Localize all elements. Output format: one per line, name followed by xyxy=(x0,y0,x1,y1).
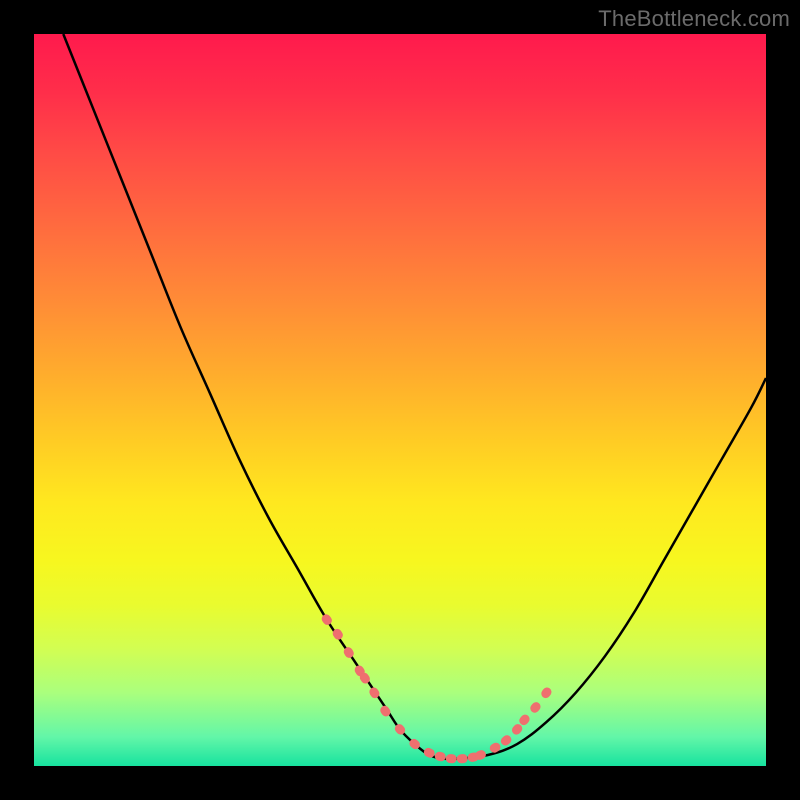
curve-svg xyxy=(34,34,766,766)
highlight-dot xyxy=(445,754,457,764)
highlight-dot xyxy=(434,751,447,763)
highlight-dot xyxy=(499,733,513,747)
bottleneck-curve-path xyxy=(63,34,766,759)
chart-stage: TheBottleneck.com xyxy=(0,0,800,800)
curve-layer xyxy=(63,34,766,759)
highlight-dot xyxy=(456,754,468,764)
highlight-dot xyxy=(528,700,542,714)
highlight-dot xyxy=(540,686,554,700)
watermark-text: TheBottleneck.com xyxy=(598,6,790,32)
plot-area xyxy=(34,34,766,766)
dots-layer xyxy=(320,613,553,764)
highlight-dot xyxy=(320,613,334,627)
